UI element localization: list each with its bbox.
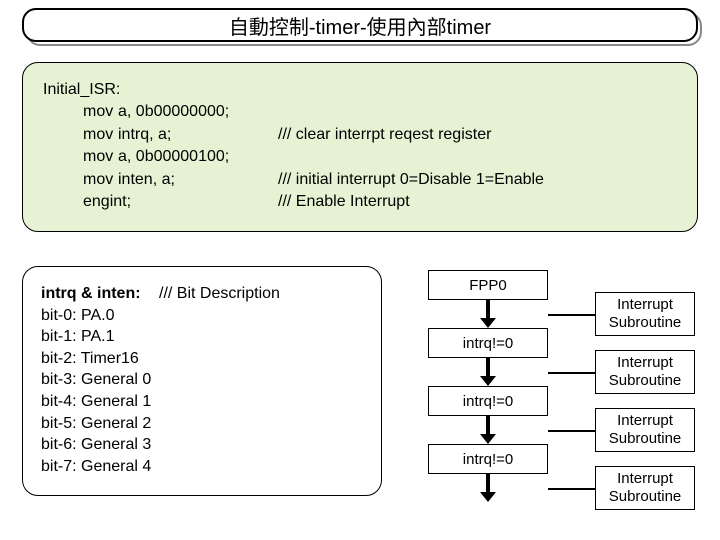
flowchart: FPP0 intrq!=0 intrq!=0 intrq!=0 Interrup… — [410, 270, 710, 530]
bit-row: bit-7: General 4 — [41, 456, 363, 478]
code-label: Initial_ISR: — [43, 79, 163, 101]
arrow-down-icon — [428, 358, 548, 386]
flow-condition: intrq!=0 — [428, 328, 548, 358]
code-op: mov — [43, 124, 118, 146]
flow-cond-label: intrq!=0 — [463, 451, 513, 468]
bit-heading-right: /// Bit Description — [159, 283, 280, 305]
code-comment: /// initial interrupt 0=Disable 1=Enable — [278, 169, 544, 191]
bit-heading-left: intrq & inten: — [41, 283, 159, 305]
arrow-down-icon — [428, 474, 548, 502]
code-arg: inten, a; — [118, 169, 278, 191]
bit-row: bit-5: General 2 — [41, 413, 363, 435]
flow-subroutine: Interrupt Subroutine — [595, 292, 695, 336]
flow-sub-label: Interrupt Subroutine — [596, 354, 694, 390]
bit-row: bit-6: General 3 — [41, 434, 363, 456]
flow-cond-label: intrq!=0 — [463, 335, 513, 352]
code-op: engint; — [43, 191, 118, 213]
page-title: 自動控制-timer-使用內部timer — [22, 8, 698, 42]
connector-line — [548, 430, 595, 432]
code-comment: /// Enable Interrupt — [278, 191, 410, 213]
code-arg: intrq, a; — [118, 124, 278, 146]
code-comment: /// clear interrpt reqest register — [278, 124, 491, 146]
code-arg — [118, 191, 278, 213]
code-op: mov — [43, 169, 118, 191]
bit-row: bit-0: PA.0 — [41, 305, 363, 327]
connector-line — [548, 372, 595, 374]
flow-subroutine: Interrupt Subroutine — [595, 408, 695, 452]
flow-subroutine: Interrupt Subroutine — [595, 466, 695, 510]
flow-condition: intrq!=0 — [428, 386, 548, 416]
flow-sub-label: Interrupt Subroutine — [596, 412, 694, 448]
connector-line — [548, 488, 595, 490]
bit-row: bit-1: PA.1 — [41, 326, 363, 348]
code-op: mov — [43, 146, 118, 168]
title-text: 自動控制-timer-使用內部timer — [229, 11, 491, 40]
flow-sub-label: Interrupt Subroutine — [596, 296, 694, 332]
arrow-down-icon — [428, 416, 548, 444]
flow-condition: intrq!=0 — [428, 444, 548, 474]
connector-line — [548, 314, 595, 316]
arrow-down-icon — [428, 300, 548, 328]
flow-start: FPP0 — [428, 270, 548, 300]
bit-row: bit-4: General 1 — [41, 391, 363, 413]
flow-start-label: FPP0 — [469, 277, 507, 294]
code-arg: a, 0b00000100; — [118, 146, 278, 168]
flow-cond-label: intrq!=0 — [463, 393, 513, 410]
bit-description-box: intrq & inten: /// Bit Description bit-0… — [22, 266, 382, 496]
code-block: Initial_ISR: mov a, 0b00000000; mov intr… — [22, 62, 698, 232]
code-op: mov — [43, 101, 118, 123]
bit-row: bit-3: General 0 — [41, 369, 363, 391]
flow-subroutine: Interrupt Subroutine — [595, 350, 695, 394]
flow-sub-label: Interrupt Subroutine — [596, 470, 694, 506]
bit-row: bit-2: Timer16 — [41, 348, 363, 370]
code-arg: a, 0b00000000; — [118, 101, 278, 123]
